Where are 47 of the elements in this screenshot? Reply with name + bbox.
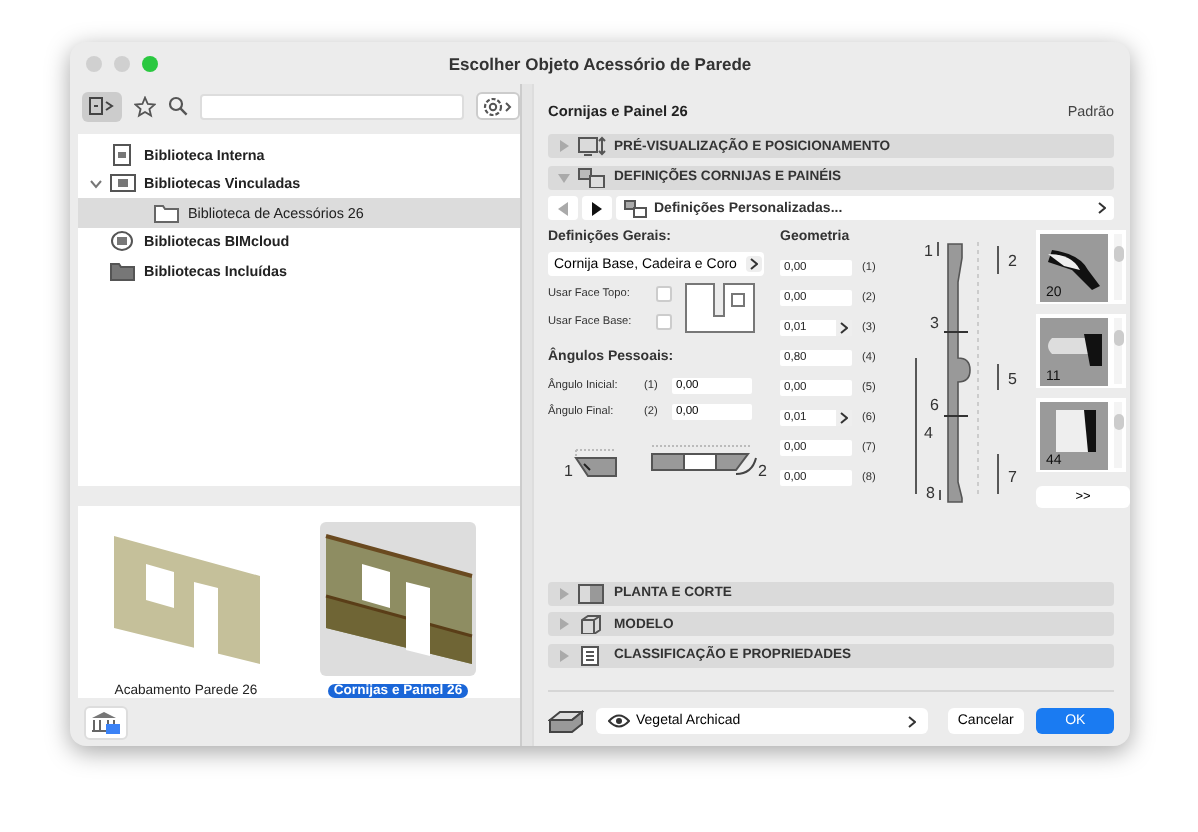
dimension-label: 4 [924,424,933,442]
star-icon[interactable] [134,95,156,117]
disclosure-icon [558,587,570,599]
minimize-button[interactable] [114,55,130,71]
dimension-label: 2 [1008,252,1017,270]
dimension-label: 5 [1008,370,1017,388]
chevron-icon [1098,202,1106,214]
checkbox[interactable] [656,286,672,302]
close-button[interactable] [86,55,102,71]
eye-icon [608,714,630,728]
disclosure-icon[interactable] [90,177,102,190]
disclosure-icon [558,649,570,661]
document-icon [110,143,136,166]
zoom-button[interactable] [142,55,158,71]
end-angle-diagram: 2 [648,444,772,480]
right-triangle-icon [592,201,602,215]
left-triangle-icon [558,201,568,215]
library-manager-button[interactable] [84,706,128,740]
dimension-label: 1 [924,242,933,260]
layer-icon [548,709,584,733]
next-button[interactable] [582,196,612,220]
settings-page-icon [624,199,648,217]
section-icon [578,583,606,603]
section-icon [578,167,606,187]
chevron-icon [907,715,916,727]
dimension-label: 8 [926,484,935,502]
settings-button[interactable] [476,92,520,120]
search-icon[interactable] [168,96,188,116]
dimension-label: 7 [1008,468,1017,486]
linked-library-icon [110,172,136,195]
window-title: Escolher Objeto Acessório de Parede [448,53,752,73]
disclosure-icon [558,618,570,630]
folder-icon [154,201,180,224]
disclosure-icon [558,171,570,183]
chevron-icon [746,256,762,272]
folder-icon [110,259,136,282]
search-field[interactable] [200,93,464,119]
view-toggle-button[interactable] [82,91,122,121]
section-icon [578,614,606,634]
dimension-label: 6 [930,396,939,414]
start-angle-diagram: 1 [560,448,620,480]
face-diagram [684,282,756,334]
checkbox[interactable] [656,314,672,330]
dimension-label: 3 [930,314,939,332]
section-icon [578,136,606,156]
disclosure-icon [558,140,570,152]
cloud-library-icon [110,230,136,253]
